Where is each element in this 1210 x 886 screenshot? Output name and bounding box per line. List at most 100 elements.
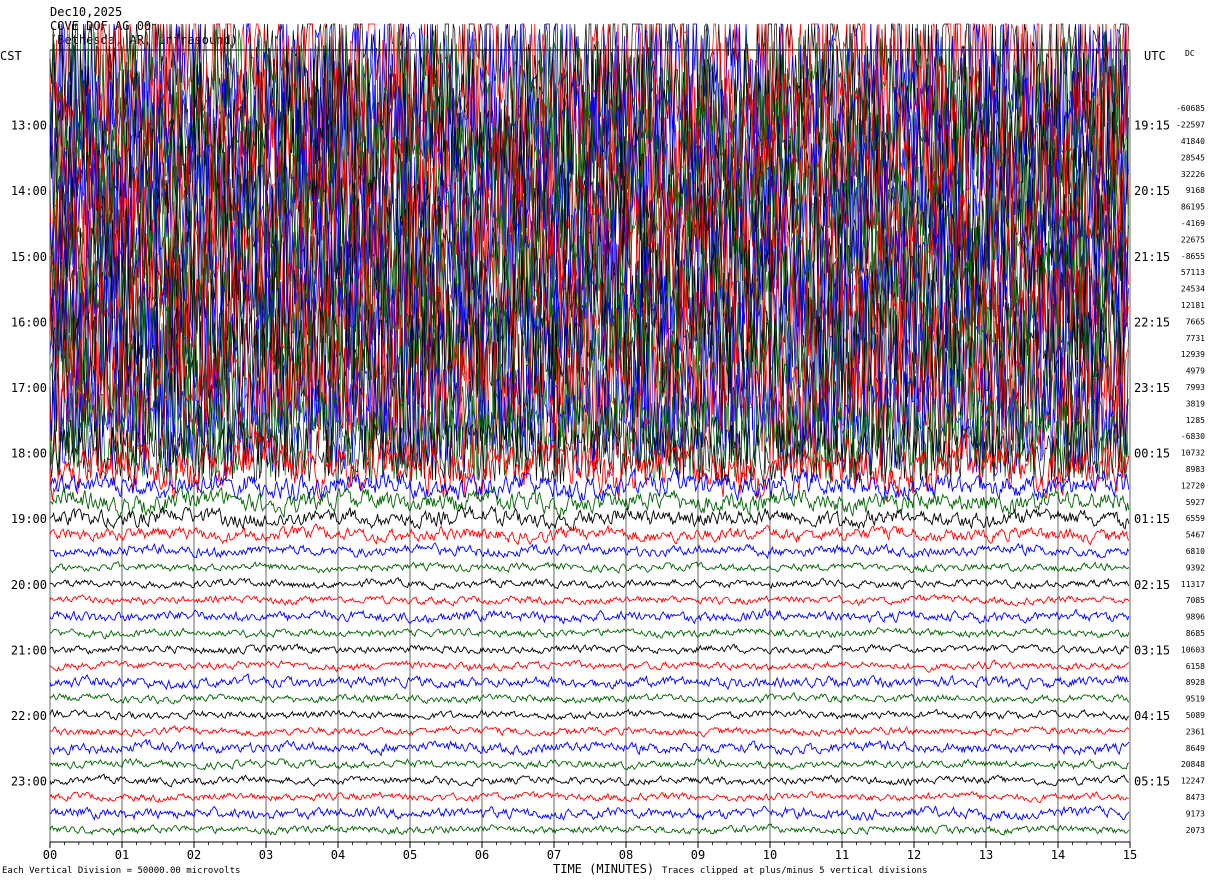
x-tick-label: 11 bbox=[835, 848, 849, 862]
x-tick-label: 05 bbox=[403, 848, 417, 862]
trace-line bbox=[49, 692, 1130, 705]
trace-line bbox=[49, 757, 1130, 771]
dc-offset-label: 5467 bbox=[1186, 531, 1205, 540]
trace-line bbox=[49, 627, 1130, 640]
trace-line bbox=[49, 542, 1130, 560]
helicorder-plot: 00 01 02 03 04 05 06 07 08 09 10 11 12 13 14 15 13:00 19:… bbox=[11, 22, 1205, 862]
right-hour-label: 02:15 bbox=[1134, 578, 1170, 592]
dc-offset-label: 11317 bbox=[1181, 580, 1205, 589]
right-hour-label: 22:15 bbox=[1134, 315, 1170, 329]
trace-line bbox=[49, 576, 1130, 591]
dc-offset-label: 9519 bbox=[1186, 695, 1205, 704]
dc-offset-label: 12181 bbox=[1181, 301, 1205, 310]
dc-offset-label: 1285 bbox=[1186, 416, 1205, 425]
x-axis-label: TIME (MINUTES) bbox=[553, 862, 655, 876]
trace-line bbox=[49, 708, 1130, 721]
right-hour-label: 01:15 bbox=[1134, 512, 1170, 526]
right-hour-label: 20:15 bbox=[1134, 184, 1170, 198]
dc-offset-label: 24534 bbox=[1181, 285, 1205, 294]
dc-offset-label: 8649 bbox=[1186, 744, 1205, 753]
dc-offset-label: 8685 bbox=[1186, 629, 1205, 638]
dc-offset-label: 6559 bbox=[1186, 514, 1205, 523]
trace-line bbox=[49, 790, 1129, 804]
scale-note: Each Vertical Division = 50000.00 microv… bbox=[2, 866, 241, 876]
x-tick-label: 15 bbox=[1123, 848, 1137, 862]
x-tick-label: 14 bbox=[1051, 848, 1065, 862]
x-tick-label: 04 bbox=[331, 848, 345, 862]
trace-line bbox=[49, 523, 1130, 546]
x-tick-label: 03 bbox=[259, 848, 273, 862]
dc-offset-label: -8655 bbox=[1181, 252, 1205, 261]
dc-offset-label: 3819 bbox=[1186, 399, 1205, 408]
dc-offset-label: 9392 bbox=[1186, 563, 1205, 572]
right-hour-label: 19:15 bbox=[1134, 119, 1170, 133]
dc-offset-label: 8473 bbox=[1186, 793, 1205, 802]
x-tick-label: 01 bbox=[115, 848, 129, 862]
dc-offset-label: 5089 bbox=[1186, 711, 1205, 720]
left-hour-label: 17:00 bbox=[11, 381, 47, 395]
dc-offset-label: 41840 bbox=[1181, 137, 1205, 146]
left-hour-label: 21:00 bbox=[11, 643, 47, 657]
dc-offset-label: 86195 bbox=[1181, 203, 1205, 212]
dc-offset-label: 2361 bbox=[1186, 727, 1205, 736]
dc-offset-label: 7665 bbox=[1186, 317, 1205, 326]
dc-offset-label: 12939 bbox=[1181, 350, 1205, 359]
dc-offset-label: 32226 bbox=[1181, 170, 1205, 179]
x-tick-label: 06 bbox=[475, 848, 489, 862]
left-hour-label: 20:00 bbox=[11, 578, 47, 592]
left-hour-label: 15:00 bbox=[11, 250, 47, 264]
trace-line bbox=[49, 607, 1130, 625]
trace-line bbox=[49, 659, 1130, 673]
dc-offset-label: 5927 bbox=[1186, 498, 1205, 507]
dc-offset-label: 7731 bbox=[1186, 334, 1205, 343]
dc-offset-label: 4979 bbox=[1186, 367, 1205, 376]
trace-line bbox=[49, 642, 1129, 655]
right-hour-label: 05:15 bbox=[1134, 775, 1170, 789]
x-tick-label: 10 bbox=[763, 848, 777, 862]
dc-offset-label: 28545 bbox=[1181, 153, 1205, 162]
left-hour-label: 14:00 bbox=[11, 184, 47, 198]
dc-offset-label: 7993 bbox=[1186, 383, 1205, 392]
trace-line bbox=[49, 594, 1130, 607]
trace-line bbox=[49, 485, 1130, 519]
x-tick-label: 09 bbox=[691, 848, 705, 862]
dc-offset-label: 57113 bbox=[1181, 268, 1205, 277]
trace-line bbox=[49, 773, 1129, 788]
dc-offset-label: 12720 bbox=[1181, 481, 1205, 490]
x-tick-label: 00 bbox=[43, 848, 57, 862]
dc-offset-label: -60685 bbox=[1176, 104, 1205, 113]
left-hour-label: 22:00 bbox=[11, 709, 47, 723]
dc-offset-label: 12247 bbox=[1181, 777, 1205, 786]
dc-offset-label: -6830 bbox=[1181, 432, 1205, 441]
trace-line bbox=[49, 738, 1130, 757]
trace-line bbox=[49, 504, 1130, 532]
dc-offset-label: 10603 bbox=[1181, 645, 1205, 654]
x-tick-label: 13 bbox=[979, 848, 993, 862]
dc-offset-label: 22675 bbox=[1181, 235, 1205, 244]
trace-layer bbox=[49, 22, 1130, 836]
right-hour-label: 23:15 bbox=[1134, 381, 1170, 395]
x-tick-label: 07 bbox=[547, 848, 561, 862]
dc-offset-label: 9896 bbox=[1186, 613, 1205, 622]
trace-line bbox=[49, 724, 1130, 738]
right-hour-label: 21:15 bbox=[1134, 250, 1170, 264]
dc-offset-label: 2073 bbox=[1186, 826, 1205, 835]
right-hour-label: 03:15 bbox=[1134, 643, 1170, 657]
left-hour-label: 19:00 bbox=[11, 512, 47, 526]
dc-offset-label: 7085 bbox=[1186, 596, 1205, 605]
trace-line bbox=[49, 561, 1130, 574]
dc-offset-label: 9173 bbox=[1186, 809, 1205, 818]
dc-offset-label: -4169 bbox=[1181, 219, 1205, 228]
dc-offset-label: 6810 bbox=[1186, 547, 1205, 556]
dc-offset-label: 8983 bbox=[1186, 465, 1205, 474]
dc-offset-label: 8928 bbox=[1186, 678, 1205, 687]
trace-line bbox=[49, 805, 1130, 822]
left-hour-label: 16:00 bbox=[11, 315, 47, 329]
dc-offset-label: 10732 bbox=[1181, 449, 1205, 458]
x-tick-label: 08 bbox=[619, 848, 633, 862]
dc-offset-label: 6158 bbox=[1186, 662, 1205, 671]
x-tick-label: 02 bbox=[187, 848, 201, 862]
clip-note: Traces clipped at plus/minus 5 vertical … bbox=[662, 866, 928, 876]
right-hour-label: 00:15 bbox=[1134, 447, 1170, 461]
left-hour-label: 13:00 bbox=[11, 119, 47, 133]
